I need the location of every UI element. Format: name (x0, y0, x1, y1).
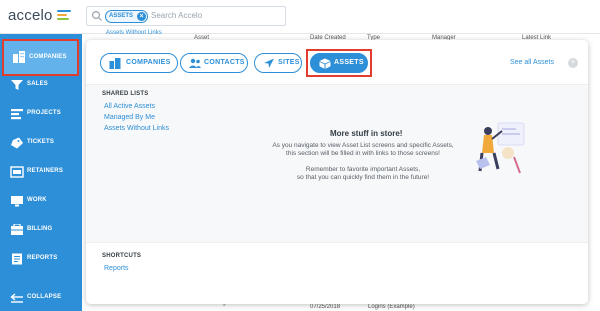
tab-sites[interactable]: SITES (254, 53, 302, 73)
tab-contacts[interactable]: CONTACTS (180, 53, 248, 73)
retainer-icon (10, 166, 24, 178)
shared-lists-title: SHARED LISTS (102, 91, 149, 97)
shared-lists-section: SHARED LISTS All Active Assets Managed B… (86, 84, 588, 242)
sidebar-item-work[interactable]: WORK (0, 187, 82, 216)
empty-state-illustration (476, 122, 525, 174)
empty-state-title: More stuff in store! (330, 129, 403, 138)
logo-mark-icon (57, 10, 71, 22)
building-icon (109, 58, 121, 69)
monitor-icon (11, 196, 23, 207)
sidebar-item-sales[interactable]: SALES (0, 71, 82, 100)
empty-state-text: Remember to favorite important Assets, (305, 166, 421, 173)
sidebar: COMPANIES SALES PROJECTS TICKETS RETAINE (0, 34, 82, 311)
see-all-assets-link[interactable]: See all Assets (510, 59, 554, 66)
shortcut-link-reports[interactable]: Reports (104, 265, 129, 272)
search-icon (91, 10, 102, 21)
shared-list-link[interactable]: Managed By Me (104, 114, 155, 121)
empty-state-text: this section will be filled in with link… (286, 150, 440, 157)
sidebar-item-label: COLLAPSE (27, 294, 62, 300)
close-icon[interactable]: × (568, 58, 578, 68)
sidebar-item-label: TICKETS (27, 139, 55, 145)
building-icon (13, 51, 25, 63)
sidebar-collapse-button[interactable]: COLLAPSE (0, 284, 82, 311)
empty-state-text: so that you can quickly find them in the… (296, 174, 430, 181)
sidebar-item-label: WORK (27, 197, 47, 203)
sidebar-item-label: BILLING (27, 226, 53, 232)
sidebar-item-retainers[interactable]: RETAINERS (0, 158, 82, 187)
sidebar-item-tickets[interactable]: TICKETS (0, 129, 82, 158)
shortcuts-title: SHORTCUTS (102, 253, 142, 259)
sidebar-item-label: REPORTS (27, 255, 58, 261)
sidebar-item-projects[interactable]: PROJECTS (0, 100, 82, 129)
ticket-icon (11, 137, 23, 149)
app-window: accelo ASSETS × Search Accelo Assets Wit… (0, 0, 600, 311)
empty-state-text: As you navigate to view Asset List scree… (272, 142, 454, 149)
table-row-date: 07/25/2018 (310, 304, 341, 310)
shared-list-link[interactable]: Assets Without Links (104, 125, 169, 132)
search-chip-label: ASSETS (109, 13, 134, 19)
sidebar-item-billing[interactable]: BILLING (0, 216, 82, 245)
funnel-icon (11, 80, 23, 90)
logo[interactable]: accelo (8, 7, 53, 24)
sidebar-item-label: SALES (27, 81, 49, 87)
entity-tabs: COMPANIES CONTACTS SITES ASSETS See all … (86, 40, 588, 84)
tab-companies[interactable]: COMPANIES (100, 53, 178, 73)
close-icon[interactable]: × (137, 12, 147, 21)
contacts-icon (189, 58, 201, 68)
assets-quick-menu: COMPANIES CONTACTS SITES ASSETS See all … (86, 40, 588, 304)
shortcuts-section: SHORTCUTS Reports (86, 242, 588, 304)
shared-list-link[interactable]: All Active Assets (104, 103, 155, 110)
table-row-type: Logins (Example) (368, 304, 415, 310)
tab-label: CONTACTS (204, 59, 245, 66)
report-icon (12, 253, 22, 265)
billing-icon (11, 224, 23, 235)
tab-label: COMPANIES (126, 59, 171, 66)
sidebar-item-label: COMPANIES (29, 54, 67, 60)
tab-label: SITES (278, 59, 300, 66)
collapse-arrow-icon (10, 293, 23, 303)
sidebar-item-label: RETAINERS (27, 168, 64, 174)
search-filter-chip[interactable]: ASSETS × (105, 10, 149, 23)
projects-icon (11, 109, 23, 120)
location-arrow-icon (264, 58, 274, 68)
tab-assets-highlight (306, 49, 372, 77)
search-box[interactable]: ASSETS × Search Accelo (86, 6, 286, 26)
top-bar: accelo ASSETS × Search Accelo (0, 0, 600, 34)
sidebar-item-reports[interactable]: REPORTS (0, 245, 82, 274)
search-input[interactable]: Search Accelo (151, 11, 202, 20)
sidebar-item-label: PROJECTS (27, 110, 61, 116)
